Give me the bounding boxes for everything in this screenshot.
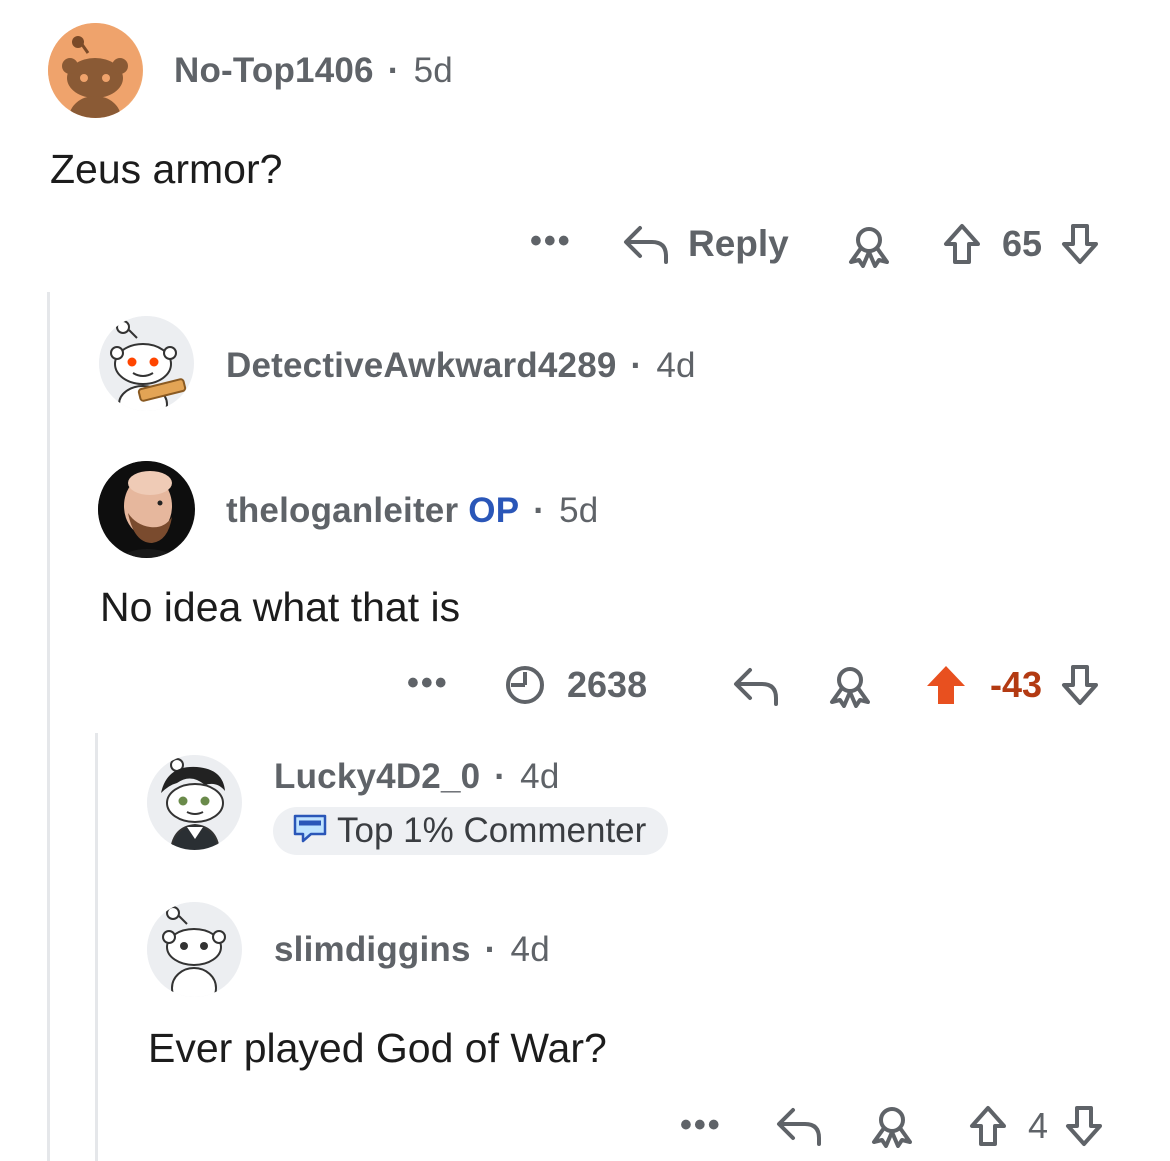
award-icon (826, 664, 874, 708)
avatar[interactable] (98, 461, 195, 558)
downvote-icon[interactable] (1058, 663, 1102, 707)
avatar[interactable] (147, 755, 242, 850)
username[interactable]: No-Top1406 (174, 51, 374, 90)
vote-count: -43 (990, 664, 1043, 705)
comment-text: Ever played God of War? (148, 1025, 607, 1071)
reply-button[interactable] (775, 1104, 823, 1148)
downvote-icon[interactable] (1062, 1104, 1106, 1148)
reply-icon (775, 1104, 823, 1148)
comment-text: No idea what that is (100, 584, 461, 630)
comment-header: Lucky4D2_0 · 4d (274, 757, 560, 797)
vote-count: 65 (1002, 223, 1043, 264)
vote-count: 4 (1028, 1105, 1049, 1146)
more-options-button[interactable]: ••• (680, 1106, 722, 1145)
comment-text: Zeus armor? (50, 146, 283, 192)
reply-label: Reply (688, 223, 789, 264)
upvote-icon-active[interactable] (922, 663, 970, 707)
comment-age: 4d (510, 930, 550, 969)
avatar[interactable] (99, 316, 194, 411)
comment-age: 4d (520, 757, 560, 796)
avatar[interactable] (48, 23, 143, 118)
separator-dot: · (494, 757, 507, 796)
comment-header: DetectiveAwkward4289 · 4d (226, 346, 696, 386)
award-icon (845, 224, 893, 268)
separator-dot: · (630, 346, 643, 385)
username[interactable]: theloganleiter (226, 491, 458, 530)
thread-line-1[interactable] (47, 292, 50, 1161)
views-count: 2638 (567, 664, 648, 705)
comment-header: No-Top1406 · 5d (174, 51, 453, 91)
username[interactable]: DetectiveAwkward4289 (226, 346, 617, 385)
comment-header: theloganleiter OP · 5d (226, 491, 598, 531)
comment-header: slimdiggins · 4d (274, 930, 550, 970)
reply-icon (732, 664, 780, 708)
username[interactable]: Lucky4D2_0 (274, 757, 480, 796)
reply-button[interactable] (732, 664, 780, 708)
vote-control: 65 (940, 222, 1102, 266)
user-flair-badge[interactable]: Top 1% Commenter (273, 807, 669, 855)
badge-label: Top 1% Commenter (337, 811, 647, 850)
separator-dot: · (387, 51, 400, 90)
op-badge: OP (468, 491, 520, 530)
view-count[interactable]: 2638 (503, 663, 647, 707)
avatar[interactable] (147, 902, 242, 997)
more-options-button[interactable]: ••• (530, 222, 572, 261)
reply-icon (622, 222, 670, 266)
award-icon (868, 1104, 916, 1148)
award-button[interactable] (868, 1104, 916, 1148)
upvote-icon[interactable] (966, 1104, 1010, 1148)
downvote-icon[interactable] (1058, 222, 1102, 266)
vote-control: 4 (966, 1104, 1106, 1148)
separator-dot: · (533, 491, 546, 530)
award-button[interactable] (826, 664, 874, 708)
commenter-badge-icon (291, 810, 337, 853)
upvote-icon[interactable] (940, 222, 984, 266)
username[interactable]: slimdiggins (274, 930, 471, 969)
comment-age: 4d (656, 346, 696, 385)
comment-age: 5d (413, 51, 453, 90)
award-button[interactable] (845, 224, 893, 268)
thread-line-2[interactable] (95, 733, 98, 1161)
more-options-button[interactable]: ••• (407, 664, 449, 703)
vote-control: -43 (922, 663, 1102, 707)
reply-button[interactable]: Reply (622, 222, 789, 266)
separator-dot: · (484, 930, 497, 969)
views-icon (503, 663, 547, 707)
comment-age: 5d (559, 491, 599, 530)
